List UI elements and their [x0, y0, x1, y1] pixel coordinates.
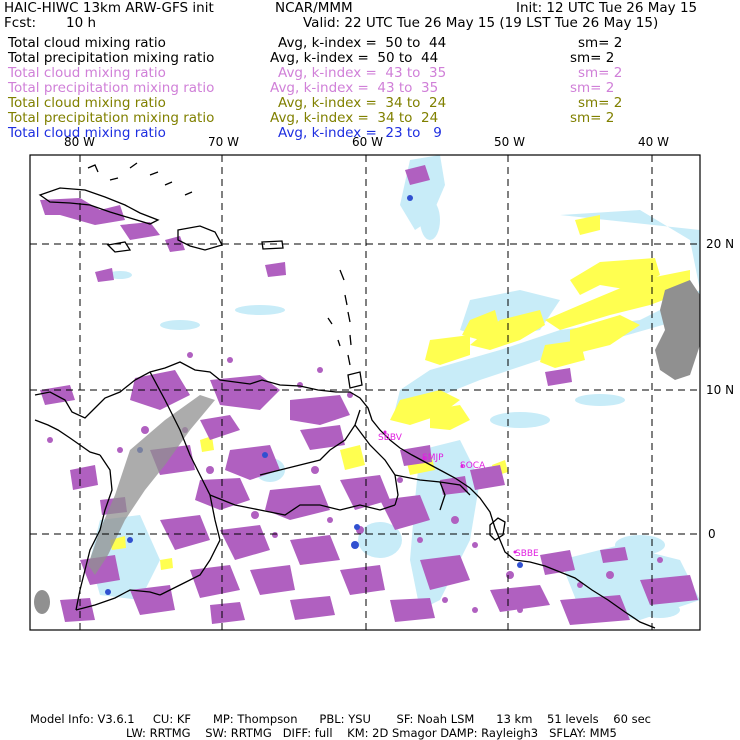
station-label: SBBE: [515, 549, 539, 559]
lon-label: 40 W: [638, 135, 669, 149]
map-canvas: SBBV SMJP SOCA SBBE 80 W 70 W 60 W 50 W …: [29, 135, 734, 631]
lon-label: 50 W: [494, 135, 525, 149]
lon-label: 60 W: [352, 135, 383, 149]
station-label: SBBV: [378, 433, 403, 443]
model-info-footer: Model Info: V3.6.1 CU: KF MP: Thompson P…: [0, 708, 740, 740]
model-info-line2: LW: RRTMG SW: RRTMG DIFF: full KM: 2D Sm…: [126, 726, 617, 740]
station-label: SMJP: [422, 453, 444, 463]
lon-label: 70 W: [208, 135, 239, 149]
station-label: SOCA: [460, 461, 486, 471]
lat-axis-labels: 20 N 10 N 0: [706, 237, 734, 541]
lat-label: 20 N: [706, 237, 734, 251]
map-content: SBBV SMJP SOCA SBBE: [30, 155, 700, 630]
lon-axis-labels: 80 W 70 W 60 W 50 W 40 W: [64, 135, 669, 149]
lon-label: 80 W: [64, 135, 95, 149]
lat-label: 10 N: [706, 383, 734, 397]
lat-label: 0: [708, 527, 716, 541]
model-info-line1: Model Info: V3.6.1 CU: KF MP: Thompson P…: [30, 712, 651, 726]
